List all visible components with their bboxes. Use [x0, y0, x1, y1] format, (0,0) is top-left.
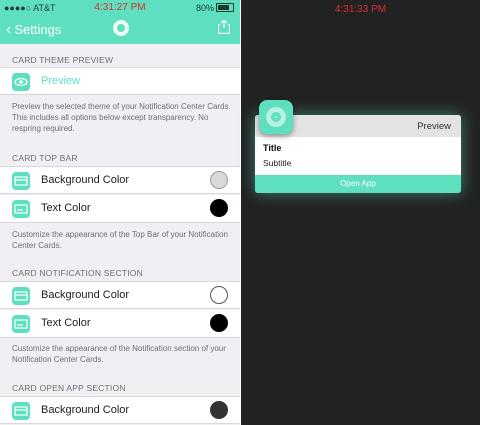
text-color-icon: [12, 200, 30, 218]
open-app-background-swatch[interactable]: [210, 401, 228, 419]
open-app-background-cell[interactable]: Background Color: [0, 396, 240, 424]
status-bar: ●●●●○ AT&T 4:31:27 PM 80%: [0, 0, 240, 16]
battery-icon: [216, 3, 234, 12]
card-header-label: Preview: [417, 121, 451, 132]
open-app-background-label: Background Color: [41, 404, 130, 416]
top-bar-background-cell[interactable]: Background Color: [0, 166, 240, 194]
app-icon: ⌄: [259, 100, 293, 134]
section-header-top-bar: CARD TOP BAR: [12, 153, 78, 163]
card-title: Title: [263, 143, 282, 153]
background-color-icon: [12, 172, 30, 190]
back-button[interactable]: ‹ Settings: [6, 20, 62, 38]
notification-text-cell[interactable]: Text Color: [0, 310, 240, 338]
app-logo-icon: [113, 20, 129, 36]
top-bar-text-cell[interactable]: Text Color: [0, 195, 240, 223]
top-bar-background-label: Background Color: [41, 174, 130, 186]
open-app-button[interactable]: Open App: [255, 175, 461, 193]
back-label: Settings: [14, 22, 62, 37]
navigation-bar: ‹ Settings: [0, 16, 240, 44]
preview-status-time: 4:31:33 PM: [334, 4, 387, 15]
section-header-notification: CARD NOTIFICATION SECTION: [12, 268, 143, 278]
top-bar-background-swatch[interactable]: [210, 171, 228, 189]
card-subtitle: Subtitle: [263, 158, 292, 168]
text-color-icon: [12, 315, 30, 333]
background-color-icon: [12, 287, 30, 305]
section-header-theme: CARD THEME PREVIEW: [12, 55, 114, 65]
top-bar-text-label: Text Color: [41, 202, 91, 214]
notification-background-label: Background Color: [41, 289, 130, 301]
notification-text-label: Text Color: [41, 317, 91, 329]
battery-indicator: 80%: [196, 3, 234, 13]
preview-label: Preview: [41, 75, 81, 87]
chevron-left-icon: ‹: [6, 20, 12, 38]
theme-note: Preview the selected theme of your Notif…: [12, 102, 231, 133]
top-bar-text-swatch[interactable]: [210, 199, 228, 217]
notification-background-cell[interactable]: Background Color: [0, 281, 240, 309]
preview-cell[interactable]: Preview: [0, 67, 240, 95]
settings-screen: ●●●●○ AT&T 4:31:27 PM 80% ‹ Settings CAR…: [0, 0, 240, 425]
background-color-icon: [12, 402, 30, 420]
preview-screen: 4:31:33 PM Preview Title Subtitle Open A…: [241, 0, 480, 425]
section-header-open-app: CARD OPEN APP SECTION: [12, 383, 126, 393]
top-bar-note: Customize the appearance of the Top Bar …: [12, 230, 228, 250]
notification-text-swatch[interactable]: [210, 314, 228, 332]
battery-percent: 80%: [195, 3, 214, 13]
share-icon[interactable]: [218, 20, 230, 34]
eye-icon: [12, 73, 30, 91]
notification-background-swatch[interactable]: [210, 286, 228, 304]
notification-note: Customize the appearance of the Notifica…: [12, 344, 226, 364]
